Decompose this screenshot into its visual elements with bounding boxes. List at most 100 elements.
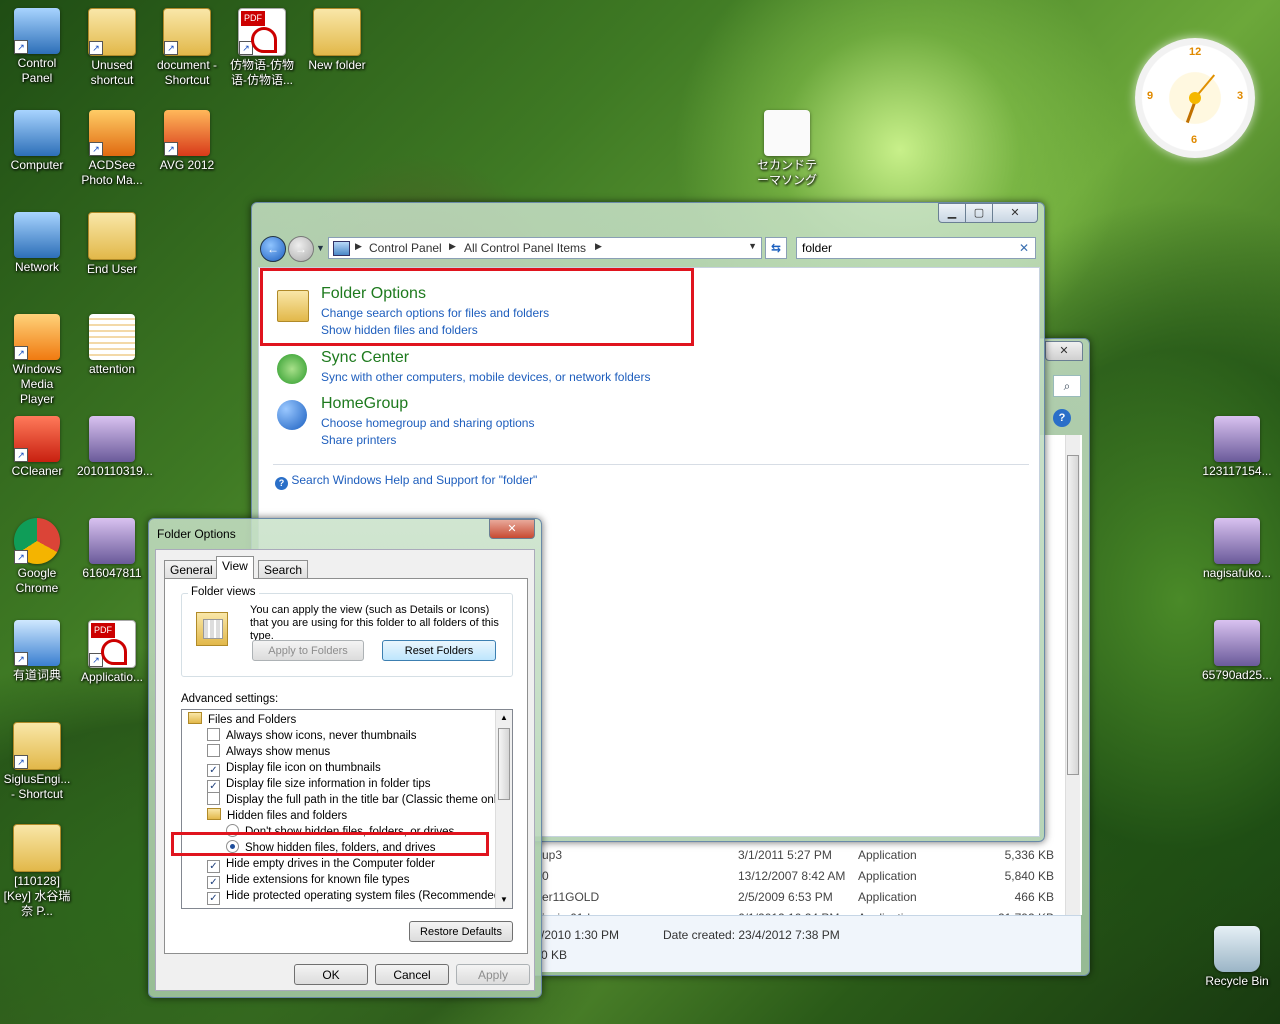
setting-item[interactable]: ✓ Hide protected operating system files (… xyxy=(207,888,505,905)
help-search-text[interactable]: Search Windows Help and Support for "fol… xyxy=(291,473,537,487)
setting-label: Hide protected operating system files (R… xyxy=(226,890,505,902)
address-dropdown-icon[interactable]: ▼ xyxy=(748,241,757,251)
desktop-icon[interactable]: End User xyxy=(77,212,147,277)
desktop-icon[interactable]: ↗ SiglusEngi... - Shortcut xyxy=(2,722,72,802)
cp-result-title[interactable]: Sync Center xyxy=(321,348,409,368)
desktop-icon-label: SiglusEngi... - Shortcut xyxy=(3,772,71,801)
desktop-icon[interactable]: ↗ ACDSee Photo Ma... xyxy=(77,110,147,188)
search-input[interactable]: folder xyxy=(802,241,832,255)
apply-button[interactable]: Apply xyxy=(456,964,530,985)
desktop-icon[interactable]: ↗ 有道词典 xyxy=(2,620,72,683)
explorer-search-icon[interactable]: ⌕ xyxy=(1053,375,1081,397)
desktop-icon[interactable]: ↗ Windows Media Player xyxy=(2,314,72,407)
cancel-button[interactable]: Cancel xyxy=(375,964,449,985)
setting-item[interactable]: Display the full path in the title bar (… xyxy=(207,792,506,808)
scroll-thumb[interactable] xyxy=(498,728,510,800)
desktop-icon[interactable]: 123117154... xyxy=(1202,416,1272,479)
setting-item[interactable]: ✓ Display file size information in folder… xyxy=(207,776,431,793)
desktop-icon[interactable]: Network xyxy=(2,212,72,275)
close-button[interactable]: ✕ xyxy=(992,203,1038,223)
breadcrumb-arrow-icon-2[interactable]: ▶ xyxy=(449,241,456,252)
search-box[interactable]: folder ✕ xyxy=(796,237,1036,259)
breadcrumb-control-panel[interactable]: Control Panel xyxy=(369,241,442,255)
desktop-icon[interactable]: ↗ 仿物语-仿物语-仿物语... xyxy=(227,8,297,88)
checkbox[interactable] xyxy=(207,728,220,741)
advanced-settings-tree[interactable]: Files and Folders Always show icons, neve… xyxy=(181,709,513,909)
apply-to-folders-button[interactable]: Apply to Folders xyxy=(252,640,364,661)
checkbox[interactable] xyxy=(207,744,220,757)
table-row[interactable]: 0 13/12/2007 8:42 AM Application 5,840 KB xyxy=(542,866,1062,886)
setting-item[interactable]: Always show icons, never thumbnails xyxy=(207,728,416,744)
setting-item[interactable]: ✓ Hide extensions for known file types xyxy=(207,872,410,889)
tab-general[interactable]: General xyxy=(164,560,219,578)
minimize-button[interactable]: ▁ xyxy=(938,203,966,223)
setting-item[interactable]: ✓ Display file icon on thumbnails xyxy=(207,760,381,777)
desktop-icon[interactable]: 65790ad25... xyxy=(1202,620,1272,683)
desktop-icon[interactable]: Computer xyxy=(2,110,72,173)
desktop-icon[interactable]: New folder xyxy=(302,8,372,73)
refresh-button[interactable]: ⇆ xyxy=(765,237,787,259)
back-button[interactable]: ← xyxy=(260,236,286,262)
checkbox[interactable]: ✓ xyxy=(207,892,220,905)
table-row[interactable]: up3 3/1/2011 5:27 PM Application 5,336 KB xyxy=(542,845,1062,865)
desktop-icon-image: ↗ xyxy=(13,722,61,770)
tab-search[interactable]: Search xyxy=(258,560,309,578)
checkbox[interactable] xyxy=(207,792,220,805)
breadcrumb-arrow-icon[interactable]: ▶ xyxy=(355,241,362,252)
desktop-icon[interactable]: ↗ CCleaner xyxy=(2,416,72,479)
folder-options-dialog[interactable]: Folder Options ✕ General View Search Fol… xyxy=(148,518,542,998)
folder-icon xyxy=(207,808,221,820)
desktop-icon[interactable]: ↗ AVG 2012 xyxy=(152,110,222,173)
desktop-icon[interactable]: ↗ Unused shortcut xyxy=(77,8,147,88)
cell-type: Application xyxy=(858,890,917,904)
cp-result-link[interactable]: Sync with other computers, mobile device… xyxy=(321,369,650,386)
desktop-icon[interactable]: ↗ Control Panel xyxy=(2,8,72,86)
setting-item[interactable]: ✓ Hide empty drives in the Computer folde… xyxy=(207,856,435,873)
desktop-icon[interactable]: セカンドテーマソング xyxy=(752,110,822,188)
breadcrumb-all-items[interactable]: All Control Panel Items xyxy=(464,241,586,255)
scroll-up-icon[interactable]: ▲ xyxy=(496,710,512,726)
desktop-icon[interactable]: 2010110319... xyxy=(77,416,153,479)
help-search-link[interactable]: ? Search Windows Help and Support for "f… xyxy=(275,472,537,490)
restore-defaults-button[interactable]: Restore Defaults xyxy=(409,921,513,942)
close-button-bg[interactable]: ✕ xyxy=(1045,341,1083,361)
clear-search-icon[interactable]: ✕ xyxy=(1019,241,1029,255)
clock-6: 6 xyxy=(1191,134,1198,146)
cell-date: 13/12/2007 8:42 AM xyxy=(738,869,846,883)
scrollbar-thumb[interactable] xyxy=(1067,455,1079,775)
setting-label: Hide extensions for known file types xyxy=(226,874,410,886)
desktop-icon[interactable]: [110128][Key] 水谷瑞奈 P... xyxy=(2,824,72,919)
desktop-icon[interactable]: ↗ Applicatio... xyxy=(77,620,147,685)
desktop-icon[interactable]: ↗ document - Shortcut xyxy=(152,8,222,88)
desktop-icon[interactable]: nagisafuko... xyxy=(1202,518,1272,581)
dialog-body: General View Search Folder views You can… xyxy=(155,549,535,991)
scrollbar[interactable] xyxy=(1065,435,1080,917)
dialog-close-button[interactable]: ✕ xyxy=(489,519,535,539)
forward-button[interactable]: → xyxy=(288,236,314,262)
desktop-icon-label: AVG 2012 xyxy=(159,158,215,172)
homegroup-icon[interactable] xyxy=(277,400,307,430)
help-icon[interactable]: ? xyxy=(1053,409,1071,427)
recent-pages-chevron-icon[interactable]: ▼ xyxy=(316,243,325,253)
reset-folders-button[interactable]: Reset Folders xyxy=(382,640,496,661)
scroll-down-icon[interactable]: ▼ xyxy=(496,892,512,908)
desktop-icon[interactable]: ↗ Google Chrome xyxy=(2,518,72,596)
tab-view[interactable]: View xyxy=(216,556,254,579)
cp-result-link[interactable]: Choose homegroup and sharing options xyxy=(321,415,534,432)
cp-result-link[interactable]: Share printers xyxy=(321,432,396,449)
ok-button[interactable]: OK xyxy=(294,964,368,985)
breadcrumb-arrow-icon-3[interactable]: ▶ xyxy=(595,241,602,252)
sync-center-icon[interactable] xyxy=(277,354,307,384)
desktop-icon[interactable]: 616047811 xyxy=(77,518,147,581)
address-bar[interactable]: ▶ Control Panel ▶ All Control Panel Item… xyxy=(328,237,762,259)
cell-type: Application xyxy=(858,869,917,883)
desktop-icon[interactable]: Recycle Bin xyxy=(1202,926,1272,989)
desktop-icon[interactable]: attention xyxy=(77,314,147,377)
table-row[interactable]: er11GOLD 2/5/2009 6:53 PM Application 466 K… xyxy=(542,887,1062,907)
maximize-button[interactable]: ▢ xyxy=(965,203,993,223)
clock-12: 12 xyxy=(1189,46,1202,58)
cp-result-title[interactable]: HomeGroup xyxy=(321,394,408,414)
setting-item[interactable]: Always show menus xyxy=(207,744,330,760)
clock-gadget[interactable]: 12 3 6 9 xyxy=(1135,38,1255,158)
tree-scrollbar[interactable]: ▲ ▼ xyxy=(495,710,512,908)
